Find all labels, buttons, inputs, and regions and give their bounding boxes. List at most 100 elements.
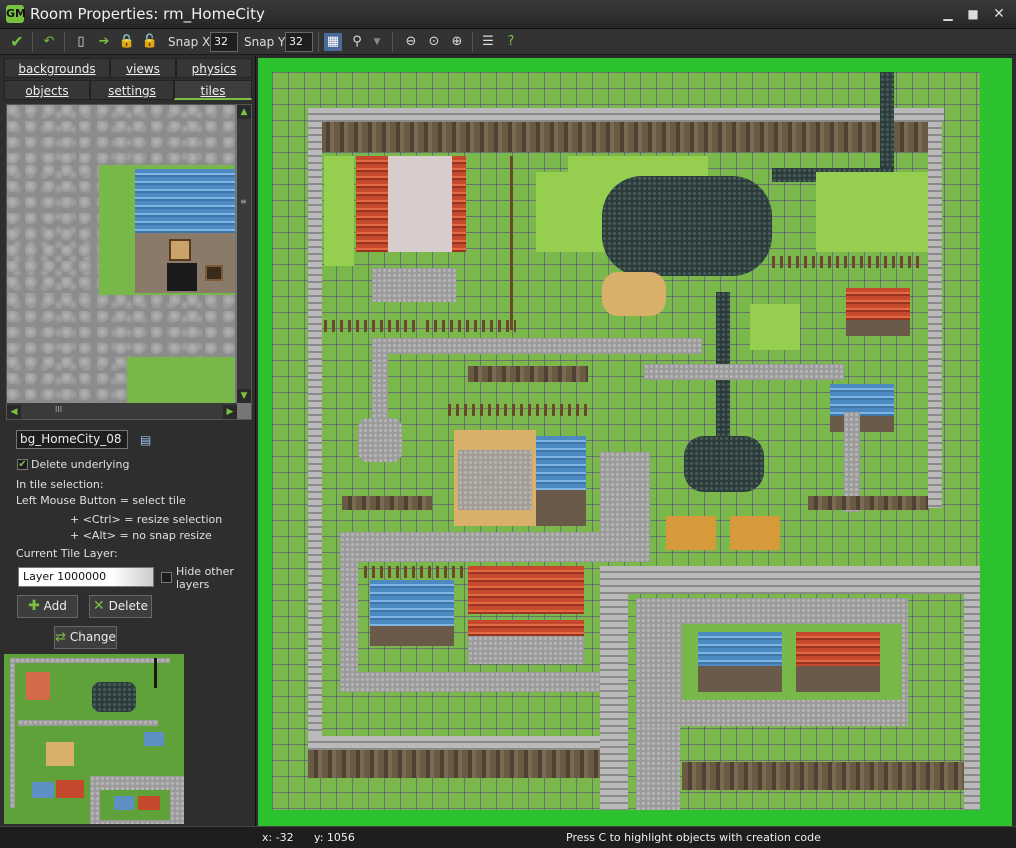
road <box>372 338 702 354</box>
house-red-roof <box>846 288 910 320</box>
toolbar-separator <box>32 32 33 52</box>
plaza-wall <box>964 566 980 810</box>
minimap-pond <box>92 682 136 712</box>
tab-views[interactable]: views <box>110 58 176 78</box>
tile-layer-field[interactable]: Layer 1000000 <box>18 567 154 587</box>
fence <box>426 320 516 332</box>
change-layer-label: Change <box>69 630 116 644</box>
tile-selector-preview[interactable]: ▲ ▼ ≡ ◀ ▶ III <box>6 104 252 420</box>
background-name-field[interactable]: bg_HomeCity_08 <box>16 430 128 449</box>
hide-other-layers-checkbox[interactable] <box>161 572 172 583</box>
minimap-house <box>56 780 84 798</box>
minimap-house <box>114 796 134 810</box>
help-text: + <Alt> = no snap resize <box>70 529 212 542</box>
farm-crops <box>458 450 532 510</box>
tab-objects[interactable]: objects <box>4 80 90 100</box>
snap-y-label: Snap Y: <box>244 35 288 49</box>
minimize-button[interactable]: ▁ <box>937 6 959 22</box>
house-wall <box>796 666 880 692</box>
zoom-in-icon[interactable]: ⊕ <box>448 33 466 51</box>
zoom-out-icon[interactable]: ⊖ <box>402 33 420 51</box>
change-layer-button[interactable]: ⇄ Change <box>54 626 117 649</box>
list-icon[interactable]: ☰ <box>479 33 497 51</box>
window-title: Room Properties: rm_HomeCity <box>30 5 265 23</box>
add-layer-label: Add <box>43 599 67 613</box>
tab-tiles[interactable]: tiles <box>174 80 252 100</box>
road <box>372 338 388 418</box>
delete-layer-button[interactable]: ✕ Delete <box>89 595 152 618</box>
tile-preview-hscroll[interactable] <box>7 403 237 419</box>
plaza-wall <box>600 566 980 594</box>
minimap-road <box>18 720 158 726</box>
minimap-house <box>144 732 164 746</box>
close-button[interactable]: ✕ <box>988 6 1010 22</box>
road <box>636 726 680 810</box>
bottom-cliff <box>308 750 600 778</box>
grid-toggle-icon[interactable]: ▦ <box>324 33 342 51</box>
house-red-roof <box>468 620 584 636</box>
background-browse-icon[interactable]: ▤ <box>140 433 154 447</box>
left-stone-wall <box>308 108 322 768</box>
road <box>340 672 600 692</box>
help-text: Left Mouse Button = select tile <box>16 494 186 507</box>
house-red-roof <box>468 566 584 614</box>
tab-backgrounds[interactable]: backgrounds <box>4 58 110 78</box>
room-grid[interactable] <box>272 72 980 810</box>
tile-rock-area <box>7 105 235 165</box>
help-icon[interactable]: ? <box>502 33 520 51</box>
market-stall <box>730 516 780 550</box>
hide-other-layers-label: Hide other layers <box>176 565 234 591</box>
change-arrows-icon: ⇄ <box>55 630 67 645</box>
minimap-wall <box>10 658 170 663</box>
help-text: In tile selection: <box>16 478 104 491</box>
road <box>340 532 600 562</box>
toolbar-separator <box>472 32 473 52</box>
market-stall <box>666 516 716 550</box>
scroll-up-icon[interactable]: ▲ <box>237 105 251 119</box>
road <box>600 452 650 562</box>
snap-x-label: Snap X: <box>168 35 215 49</box>
undo-icon[interactable]: ↶ <box>40 33 58 51</box>
room-editor-canvas[interactable] <box>258 58 1012 826</box>
ok-checkmark-icon[interactable]: ✔ <box>8 33 26 51</box>
top-cliff <box>320 122 932 152</box>
zoom-reset-icon[interactable]: ⊙ <box>425 33 443 51</box>
plus-icon: ✚ <box>28 598 40 614</box>
scroll-left-icon[interactable]: ◀ <box>7 405 21 419</box>
fence <box>772 256 922 268</box>
delete-x-icon: ✕ <box>93 598 105 614</box>
cliff-ledge <box>808 496 928 510</box>
cliff-ledge <box>342 496 432 510</box>
house-wall <box>830 416 894 432</box>
fence <box>510 156 516 330</box>
minimap-river <box>154 658 157 688</box>
tile-preview-vscroll[interactable] <box>237 105 251 403</box>
house-wall <box>468 636 584 664</box>
tab-physics[interactable]: physics <box>176 58 252 78</box>
lock-icon[interactable]: 🔒 <box>118 33 136 51</box>
snap-y-input[interactable]: 32 <box>285 32 313 52</box>
snap-x-input[interactable]: 32 <box>210 32 238 52</box>
cursor-x-readout: x: -32 <box>262 831 294 844</box>
house-blue-roof <box>830 384 894 416</box>
maximize-button[interactable]: ■ <box>962 6 984 22</box>
cursor-y-readout: y: 1056 <box>314 831 355 844</box>
scroll-right-icon[interactable]: ▶ <box>223 405 237 419</box>
scroll-down-icon[interactable]: ▼ <box>237 389 251 403</box>
tab-settings[interactable]: settings <box>90 80 174 100</box>
add-layer-button[interactable]: ✚ Add <box>17 595 78 618</box>
unlock-icon[interactable]: 🔓 <box>141 33 159 51</box>
status-bar: x: -32 y: 1056 Press C to highlight obje… <box>0 826 1016 848</box>
app-icon: GM <box>6 5 26 23</box>
bottom-stone-wall <box>308 736 600 750</box>
delete-underlying-checkbox[interactable]: ✔ <box>17 459 28 470</box>
clear-room-icon[interactable]: ▯ <box>72 33 90 51</box>
view-dropdown-icon[interactable]: ⚲ <box>348 33 366 51</box>
road <box>358 418 402 462</box>
room-minimap[interactable] <box>4 654 184 824</box>
chevron-down-icon[interactable]: ▼ <box>368 33 386 51</box>
shop-sign-icon <box>169 239 191 261</box>
shift-instances-icon[interactable]: ➔ <box>95 33 113 51</box>
scroll-grip-icon: ≡ <box>240 197 247 206</box>
toolbar-separator <box>64 32 65 52</box>
